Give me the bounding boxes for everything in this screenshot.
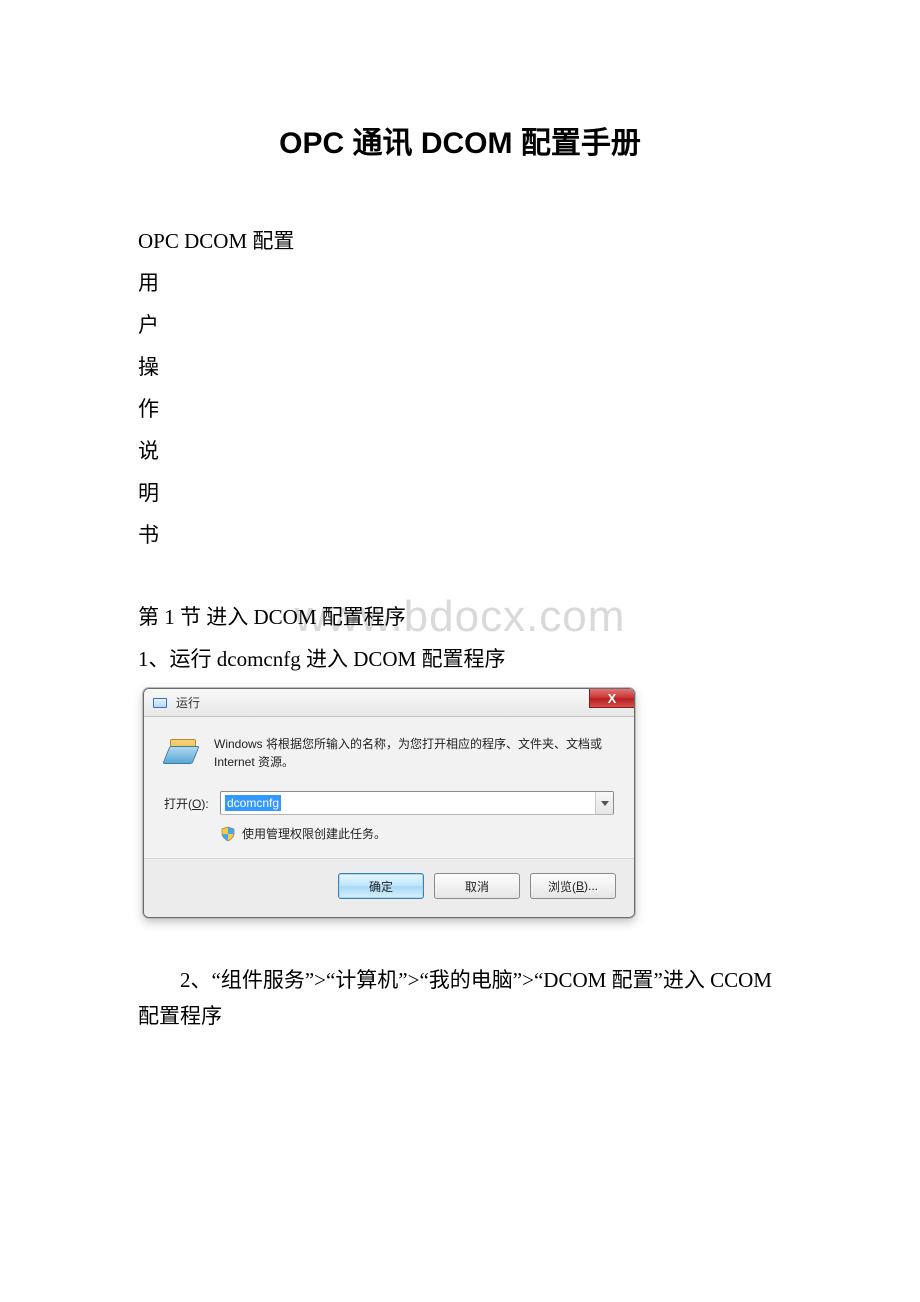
step-text: 2、“组件服务”>“计算机”>“我的电脑”>“DCOM 配置”进入 CCOM <box>138 962 782 998</box>
open-input-value: dcomcnfg <box>225 795 281 811</box>
open-input[interactable]: dcomcnfg <box>221 792 595 814</box>
dialog-body: Windows 将根据您所输入的名称，为您打开相应的程序、文件夹、文档或 Int… <box>144 717 634 858</box>
subtitle-line: 用 <box>138 262 782 304</box>
subtitle-line: 作 <box>138 388 782 430</box>
run-icon <box>152 696 170 710</box>
subtitle-line: OPC DCOM 配置 <box>138 220 782 262</box>
run-dialog: 运行 X Windows 将根据您所输入的名称，为您打开相应的程序、文件夹、文档… <box>143 688 635 918</box>
run-large-icon <box>164 735 204 767</box>
admin-note-text: 使用管理权限创建此任务。 <box>242 825 386 842</box>
close-button[interactable]: X <box>589 688 635 708</box>
dialog-titlebar: 运行 X <box>144 689 634 717</box>
open-combobox[interactable]: dcomcnfg <box>220 791 614 815</box>
dropdown-arrow-icon[interactable] <box>595 792 613 814</box>
step-text: 1、运行 dcomcnfg 进入 DCOM 配置程序 <box>138 638 782 680</box>
browse-button[interactable]: 浏览(B)... <box>530 873 616 899</box>
step-text: 配置程序 <box>138 998 782 1034</box>
subtitle-line: 书 <box>138 514 782 556</box>
dialog-description: Windows 将根据您所输入的名称，为您打开相应的程序、文件夹、文档或 Int… <box>214 735 614 771</box>
shield-icon <box>220 826 236 842</box>
ok-button[interactable]: 确定 <box>338 873 424 899</box>
subtitle-line: 明 <box>138 472 782 514</box>
document-title: OPC 通讯 DCOM 配置手册 <box>138 118 782 162</box>
open-label: 打开(O): <box>164 795 220 812</box>
subtitle-line: 操 <box>138 346 782 388</box>
subtitle-line: 户 <box>138 304 782 346</box>
subtitle-line: 说 <box>138 430 782 472</box>
admin-note: 使用管理权限创建此任务。 <box>220 825 614 842</box>
cancel-button[interactable]: 取消 <box>434 873 520 899</box>
dialog-title: 运行 <box>176 694 200 711</box>
dialog-footer: 确定 取消 浏览(B)... <box>144 858 634 917</box>
section-heading: 第 1 节 进入 DCOM 配置程序 <box>138 596 782 638</box>
